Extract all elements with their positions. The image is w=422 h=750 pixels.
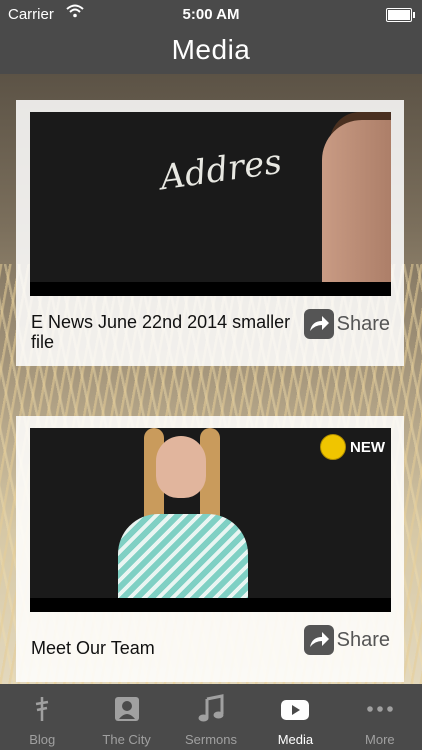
share-arrow-icon: [303, 309, 334, 339]
share-button[interactable]: Share: [303, 624, 390, 656]
tab-the-city[interactable]: The City: [84, 684, 168, 750]
tab-label: Blog: [29, 732, 56, 747]
nav-bar: Media: [0, 30, 422, 74]
media-card[interactable]: Addres E News June 22nd 2014 smaller fil…: [16, 100, 404, 366]
tab-label: Media: [277, 732, 314, 747]
blog-icon: [27, 694, 57, 724]
new-badge-label: NEW: [350, 438, 385, 456]
status-time: 5:00 AM: [182, 6, 240, 23]
media-card[interactable]: NEW Meet Our Team Share: [16, 416, 404, 682]
tab-label: More: [365, 732, 395, 747]
new-dot-icon: [320, 434, 346, 460]
new-badge: NEW: [320, 434, 385, 460]
video-thumbnail[interactable]: Addres: [30, 112, 391, 296]
share-label: Share: [336, 312, 390, 335]
tab-bar: Blog The City Sermons Media More: [0, 684, 422, 750]
tab-blog[interactable]: Blog: [0, 684, 84, 750]
city-icon: [112, 694, 142, 724]
share-button[interactable]: Share: [303, 308, 390, 340]
page-title: Media: [171, 34, 251, 65]
media-title: Meet Our Team: [31, 638, 155, 658]
tab-media[interactable]: Media: [253, 684, 337, 750]
media-title: E News June 22nd 2014 smaller file: [31, 312, 291, 352]
tab-label: The City: [102, 732, 151, 747]
person-head: [156, 436, 206, 498]
person-figure: [322, 120, 391, 296]
chalkboard-text: Addres: [157, 141, 285, 199]
battery-icon: [386, 8, 415, 22]
tab-label: Sermons: [185, 732, 238, 747]
share-label: Share: [336, 628, 390, 651]
video-thumbnail[interactable]: NEW: [30, 428, 391, 612]
video-bottom-bar: [30, 598, 391, 612]
video-bottom-bar: [30, 282, 391, 296]
tab-more[interactable]: More: [338, 684, 422, 750]
share-arrow-icon: [303, 625, 334, 655]
play-video-icon: [280, 694, 310, 724]
content-background: Addres E News June 22nd 2014 smaller fil…: [0, 74, 422, 684]
more-dots-icon: [365, 694, 395, 724]
music-note-icon: [196, 694, 226, 724]
tab-sermons[interactable]: Sermons: [169, 684, 253, 750]
status-bar: Carrier 5:00 AM: [0, 0, 422, 30]
